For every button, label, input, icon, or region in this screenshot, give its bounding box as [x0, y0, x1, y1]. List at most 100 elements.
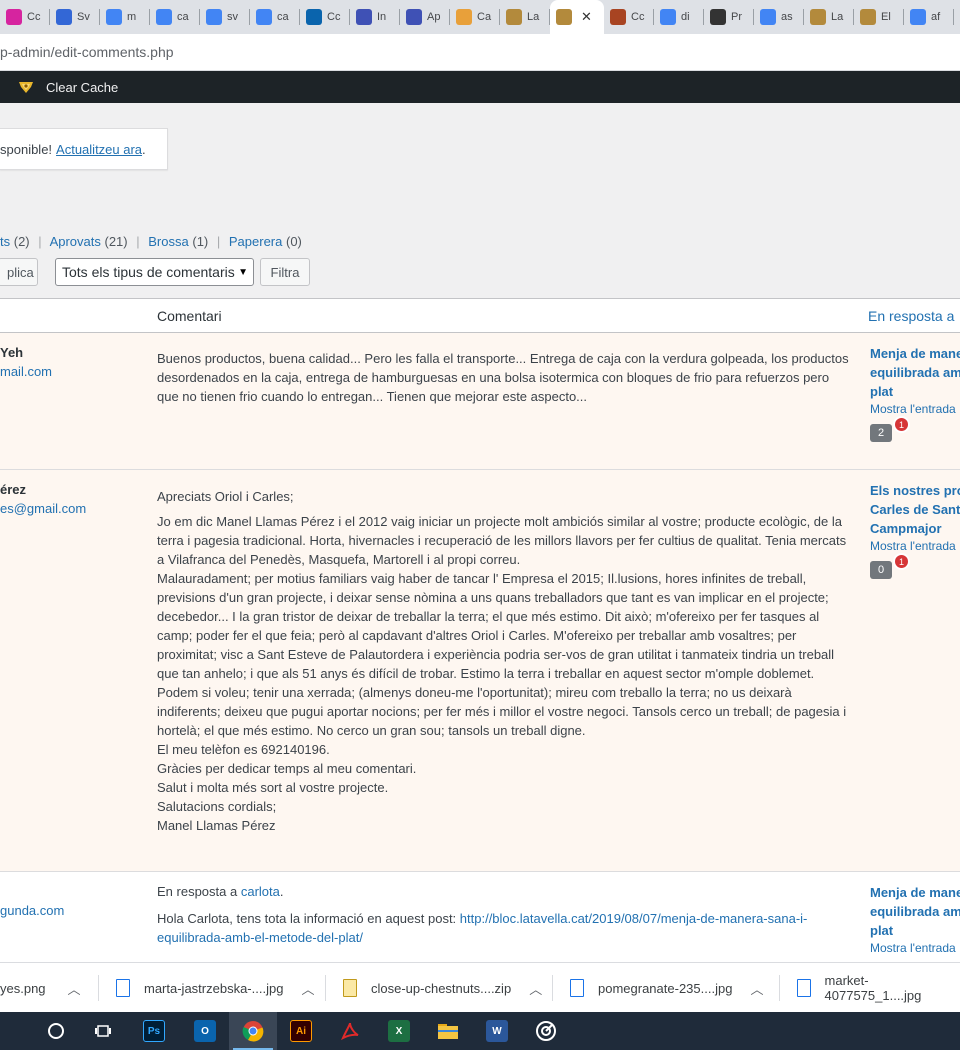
response-post-title[interactable]: Els nostres productors: Oriol i Carles d…: [870, 481, 960, 538]
tab-title: Sv: [77, 11, 90, 23]
word-icon[interactable]: W: [473, 1012, 521, 1050]
comment-author-email[interactable]: es@gmail.com: [0, 501, 86, 516]
view-post-link[interactable]: Mostra l'entrada: [870, 539, 960, 553]
apply-bulk-button[interactable]: plica: [0, 258, 38, 286]
table-header: Comentari En resposta a: [0, 299, 960, 333]
response-post-title[interactable]: Menja de manera sana i equilibrada amb e…: [870, 883, 960, 940]
address-bar[interactable]: p-admin/edit-comments.php: [0, 34, 960, 71]
response-post-title[interactable]: Menja de manera sana i equilibrada amb e…: [870, 344, 960, 401]
browser-tab[interactable]: Sv: [50, 0, 100, 34]
url-text[interactable]: p-admin/edit-comments.php: [0, 44, 174, 60]
filter-trash-link[interactable]: Paperera: [229, 234, 282, 249]
download-item[interactable]: yes.png ︿: [0, 963, 81, 1013]
filter-separator: |: [136, 234, 140, 249]
browser-tab[interactable]: sv: [200, 0, 250, 34]
download-item[interactable]: market-4077575_1....jpg: [797, 963, 960, 1013]
tab-title: m: [127, 11, 137, 23]
download-item[interactable]: pomegranate-235....jpg ︿: [570, 963, 763, 1013]
reply-to-link[interactable]: carlota: [241, 884, 280, 899]
reply-suffix: .: [279, 884, 284, 899]
tab-title: In: [377, 11, 387, 23]
update-now-link[interactable]: Actualitzeu ara: [56, 142, 142, 157]
tab-title: La: [527, 11, 540, 23]
browser-tab[interactable]: In: [350, 0, 400, 34]
view-post-link[interactable]: Mostra l'entrada: [870, 402, 960, 416]
chrome-icon[interactable]: [229, 1012, 277, 1050]
chevron-up-icon[interactable]: ︿: [750, 979, 763, 998]
close-tab-icon[interactable]: ✕: [581, 9, 592, 25]
comments-table: Comentari En resposta a Yeh mail.com Bue…: [0, 298, 960, 962]
clear-cache-link[interactable]: Clear Cache: [46, 80, 118, 95]
download-file-name: marta-jastrzebska-....jpg: [144, 980, 284, 996]
browser-tab[interactable]: Pr: [704, 0, 754, 34]
browser-tab[interactable]: ca: [250, 0, 300, 34]
approved-count-bubble[interactable]: 2 1: [870, 416, 910, 442]
browser-tab[interactable]: Ap: [400, 0, 450, 34]
tab-title: La: [831, 11, 844, 23]
approved-count-bubble[interactable]: 0 1: [870, 553, 910, 579]
filter-button[interactable]: Filtra: [260, 258, 310, 286]
comment-row: érez es@gmail.com Apreciats Oriol i Carl…: [0, 470, 960, 872]
browser-tab[interactable]: La: [500, 0, 550, 34]
comment-body: Apreciats Oriol i Carles; Jo em dic Mane…: [157, 487, 852, 835]
comment-author-email[interactable]: gunda.com: [0, 903, 64, 918]
excel-icon[interactable]: X: [375, 1012, 423, 1050]
browser-tab[interactable]: Cc: [300, 0, 350, 34]
pending-count-badge[interactable]: 1: [893, 416, 910, 433]
browser-tab-active[interactable]: ✕: [550, 0, 604, 34]
browser-tab[interactable]: La: [804, 0, 854, 34]
download-file-name: market-4077575_1....jpg: [824, 973, 922, 1003]
comment-paragraph: Manel Llamas Pérez: [157, 818, 276, 833]
browser-tab[interactable]: Ca: [450, 0, 500, 34]
basket-icon: [556, 9, 572, 25]
filter-pending-link[interactable]: ts: [0, 234, 10, 249]
filter-approved-link[interactable]: Aprovats: [50, 234, 101, 249]
column-comment: Comentari: [157, 308, 222, 324]
comment-paragraph: Jo em dic Manel Llamas Pérez i el 2012 v…: [157, 514, 847, 567]
browser-tab[interactable]: ca: [150, 0, 200, 34]
browser-tab[interactable]: Cc: [604, 0, 654, 34]
tab-title: ca: [177, 11, 189, 23]
google-icon: [256, 9, 272, 25]
view-post-link[interactable]: Mostra l'entrada: [870, 941, 960, 955]
cortana-icon[interactable]: [32, 1012, 80, 1050]
comment-type-select[interactable]: Tots els tipus de comentaris ▼: [55, 258, 254, 286]
browser-tab[interactable]: di: [654, 0, 704, 34]
chevron-up-icon[interactable]: ︿: [301, 979, 314, 998]
filter-separator: |: [216, 234, 221, 249]
download-item[interactable]: marta-jastrzebska-....jpg ︿: [116, 963, 314, 1013]
task-view-icon[interactable]: [80, 1012, 128, 1050]
illustrator-icon[interactable]: Ai: [277, 1012, 325, 1050]
pending-count-badge[interactable]: 1: [893, 553, 910, 570]
basket-icon: [506, 9, 522, 25]
google-icon: [206, 9, 222, 25]
filter-spam-link[interactable]: Brossa: [148, 234, 188, 249]
clear-cache-icon[interactable]: [17, 78, 35, 96]
browser-tab[interactable]: El: [854, 0, 904, 34]
comment-author-email[interactable]: mail.com: [0, 364, 52, 379]
chevron-up-icon[interactable]: ︿: [529, 979, 542, 998]
outlook-icon[interactable]: O: [181, 1012, 229, 1050]
browser-tab[interactable]: Cc: [0, 0, 50, 34]
windows-taskbar: Ps O Ai X W: [0, 1012, 960, 1050]
download-file-name: yes.png: [0, 980, 46, 996]
reply-prefix: En resposta a: [157, 884, 238, 899]
tab-title: Cc: [631, 11, 645, 23]
column-in-response-to[interactable]: En resposta a: [868, 308, 954, 324]
download-divider: [552, 975, 553, 1001]
download-item[interactable]: close-up-chestnuts....zip ︿: [343, 963, 542, 1013]
browser-tab[interactable]: af: [904, 0, 954, 34]
filter-approved-count: (21): [104, 234, 128, 249]
photoshop-icon[interactable]: Ps: [130, 1012, 178, 1050]
settings-ring-icon[interactable]: [522, 1012, 570, 1050]
tab-title: Ap: [427, 11, 441, 23]
chevron-up-icon[interactable]: ︿: [68, 979, 81, 998]
browser-tab[interactable]: m: [100, 0, 150, 34]
response-to-cell: Menja de manera sana i equilibrada amb e…: [870, 344, 960, 442]
comment-status-filters: ts (2) | Aprovats (21) | Brossa (1) | Pa…: [0, 234, 302, 249]
illustrator-app-label: Ai: [290, 1020, 312, 1042]
acrobat-icon[interactable]: [326, 1012, 374, 1050]
file-explorer-icon[interactable]: [424, 1012, 472, 1050]
browser-tab[interactable]: as: [754, 0, 804, 34]
google-icon: [760, 9, 776, 25]
